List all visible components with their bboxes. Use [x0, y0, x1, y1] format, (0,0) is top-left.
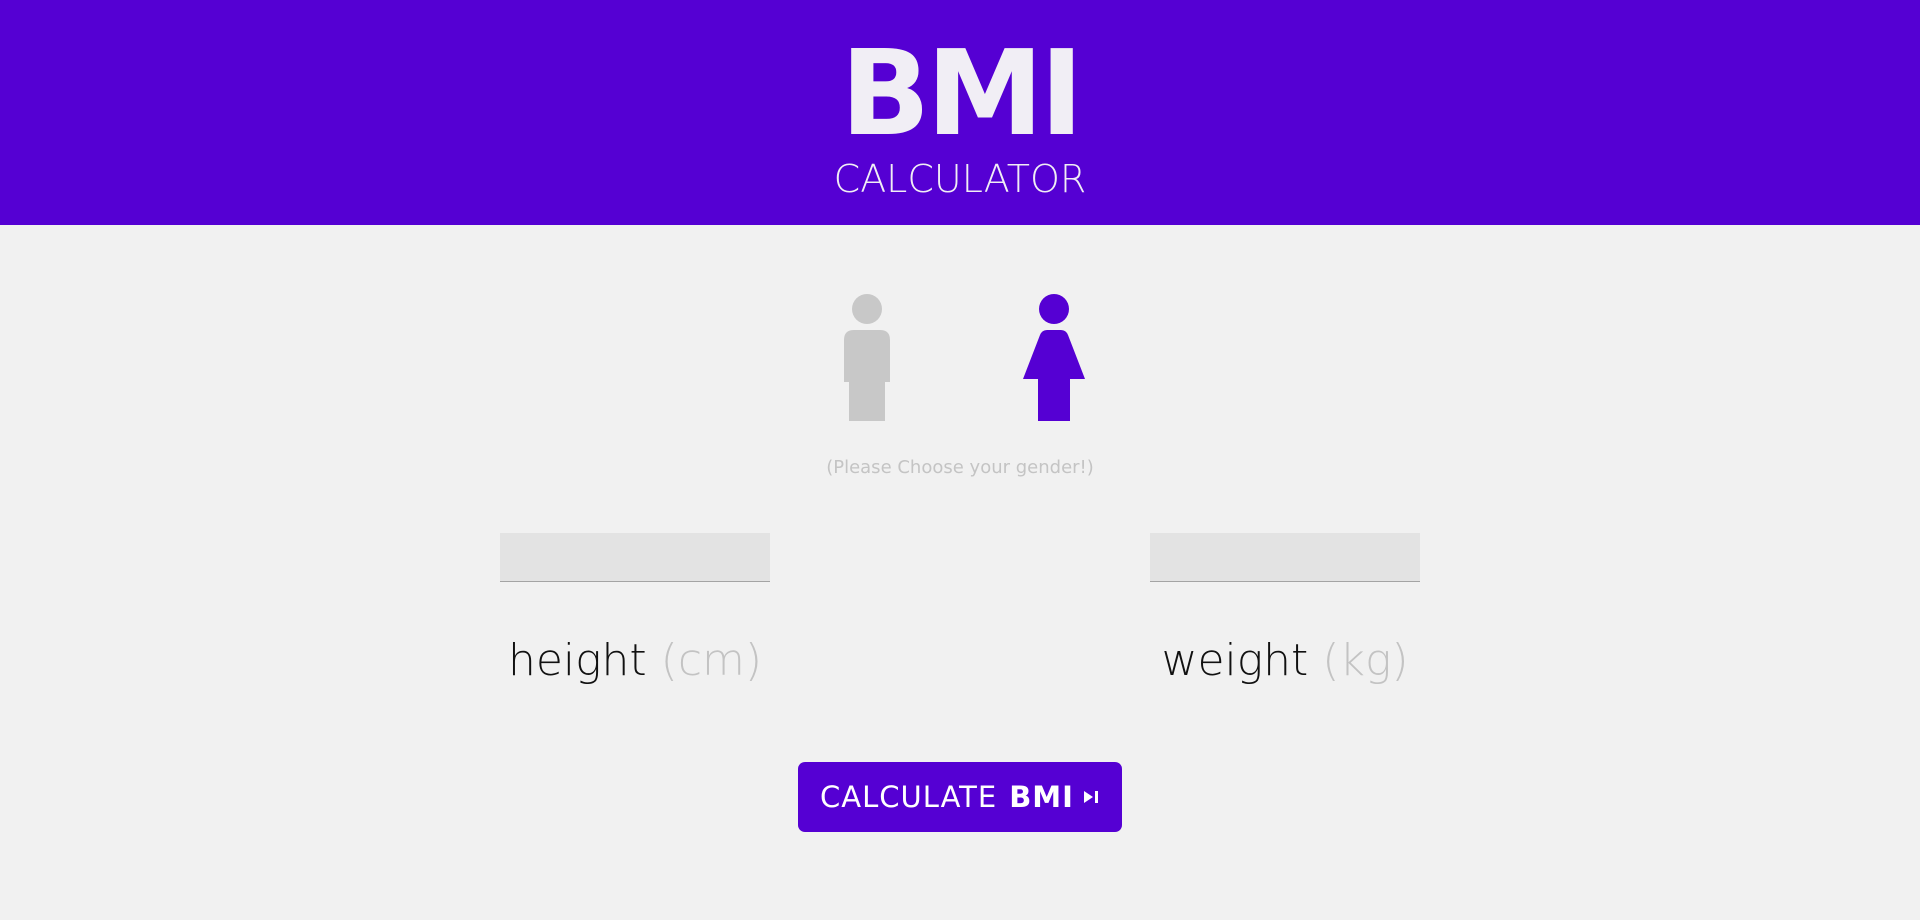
weight-label-text: weight	[1161, 635, 1309, 686]
play-next-icon	[1082, 788, 1100, 806]
calculate-label: CALCULATE	[820, 780, 998, 814]
male-icon	[844, 294, 890, 421]
weight-unit: (kg)	[1322, 635, 1409, 686]
page-subtitle: CALCULATOR	[833, 157, 1087, 201]
height-input[interactable]	[500, 533, 770, 582]
height-label: height (cm)	[500, 632, 770, 690]
header-banner: BMI CALCULATOR	[0, 0, 1920, 225]
female-icon	[1023, 294, 1085, 421]
gender-option-male[interactable]	[822, 292, 912, 424]
weight-input[interactable]	[1150, 533, 1420, 582]
height-unit: (cm)	[660, 635, 763, 686]
gender-option-female[interactable]	[1009, 292, 1099, 424]
page-title: BMI	[840, 24, 1083, 162]
weight-label: weight (kg)	[1150, 632, 1420, 690]
calculate-bmi-button[interactable]: CALCULATE BMI	[798, 762, 1122, 832]
gender-hint: (Please Choose your gender!)	[826, 457, 1094, 478]
height-label-text: height	[507, 635, 647, 686]
calculate-label-bmi: BMI	[1009, 780, 1074, 814]
